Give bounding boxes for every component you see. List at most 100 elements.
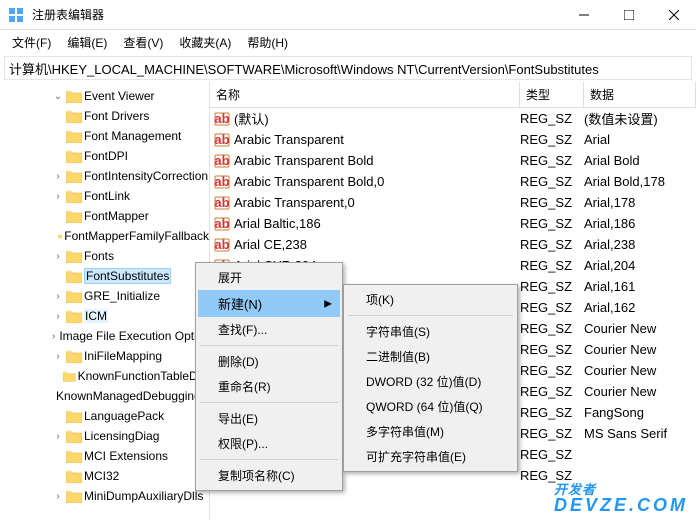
- minimize-button[interactable]: [561, 0, 606, 30]
- svg-text:ab: ab: [214, 216, 229, 231]
- separator: [200, 402, 338, 403]
- ctx-rename[interactable]: 重命名(R): [198, 374, 340, 399]
- tree-panel[interactable]: ⌄ Event Viewer Font Drivers Font Management…: [0, 82, 210, 520]
- sub-key[interactable]: 项(K): [346, 287, 515, 312]
- separator: [200, 459, 338, 460]
- ctx-permissions[interactable]: 权限(P)...: [198, 431, 340, 456]
- tree-item[interactable]: ›FontIntensityCorrection: [0, 166, 209, 186]
- list-row[interactable]: abArabic Transparent BoldREG_SZArial Bol…: [210, 150, 696, 171]
- list-row[interactable]: abArabic Transparent,0REG_SZArial,178: [210, 192, 696, 213]
- list-row[interactable]: abArabic TransparentREG_SZArial: [210, 129, 696, 150]
- expand-icon[interactable]: ›: [52, 191, 64, 202]
- cell-type: REG_SZ: [520, 342, 584, 357]
- expand-icon[interactable]: ⌄: [52, 91, 64, 102]
- tree-label: Image File Execution Options: [59, 329, 210, 343]
- cell-data: (数值未设置): [584, 109, 696, 128]
- tree-item[interactable]: ›FontLink: [0, 186, 209, 206]
- col-type[interactable]: 类型: [520, 82, 584, 107]
- tree-item[interactable]: ›Fonts: [0, 246, 209, 266]
- tree-label: FontDPI: [84, 149, 128, 163]
- sub-multi[interactable]: 多字符串值(M): [346, 419, 515, 444]
- separator: [200, 345, 338, 346]
- tree-label: ICM: [84, 309, 108, 323]
- cell-name: abArabic Transparent Bold,0: [210, 174, 520, 190]
- tree-item[interactable]: LanguagePack: [0, 406, 209, 426]
- tree-item[interactable]: ⌄ Event Viewer: [0, 86, 209, 106]
- tree-item[interactable]: › ICM: [0, 306, 209, 326]
- tree-label: LicensingDiag: [84, 429, 159, 443]
- tree-label: Font Management: [84, 129, 181, 143]
- menu-favorites[interactable]: 收藏夹(A): [171, 32, 239, 53]
- tree-item[interactable]: FontSubstitutes: [0, 266, 209, 286]
- window-title: 注册表编辑器: [32, 6, 561, 23]
- cell-data: Arial,186: [584, 216, 696, 231]
- tree-item[interactable]: ›IniFileMapping: [0, 346, 209, 366]
- ctx-copy-key-name[interactable]: 复制项名称(C): [198, 463, 340, 488]
- expand-icon[interactable]: ›: [52, 311, 64, 322]
- cell-type: REG_SZ: [520, 153, 584, 168]
- tree-item[interactable]: ›GRE_Initialize: [0, 286, 209, 306]
- maximize-button[interactable]: [606, 0, 651, 30]
- ctx-find[interactable]: 查找(F)...: [198, 317, 340, 342]
- menu-edit[interactable]: 编辑(E): [59, 32, 115, 53]
- cell-name: ab(默认): [210, 109, 520, 128]
- list-row[interactable]: abArial CE,238REG_SZArial,238: [210, 234, 696, 255]
- cell-data: Courier New: [584, 384, 696, 399]
- cell-data: Courier New: [584, 363, 696, 378]
- tree-label: Event Viewer: [84, 89, 154, 103]
- sub-binary[interactable]: 二进制值(B): [346, 344, 515, 369]
- cell-type: REG_SZ: [520, 468, 584, 483]
- tree-item[interactable]: FontDPI: [0, 146, 209, 166]
- cell-data: FangSong: [584, 405, 696, 420]
- address-bar[interactable]: 计算机\HKEY_LOCAL_MACHINE\SOFTWARE\Microsof…: [4, 56, 692, 80]
- tree-item[interactable]: › LicensingDiag: [0, 426, 209, 446]
- ctx-delete[interactable]: 删除(D): [198, 349, 340, 374]
- expand-icon[interactable]: ›: [52, 291, 64, 302]
- close-button[interactable]: [651, 0, 696, 30]
- svg-text:ab: ab: [214, 237, 229, 252]
- cell-data: Arial,162: [584, 300, 696, 315]
- expand-icon[interactable]: ›: [52, 351, 64, 362]
- expand-icon[interactable]: ›: [52, 491, 64, 502]
- menu-file[interactable]: 文件(F): [4, 32, 59, 53]
- col-name[interactable]: 名称: [210, 82, 520, 107]
- cell-data: Arial: [584, 132, 696, 147]
- menu-help[interactable]: 帮助(H): [239, 32, 296, 53]
- tree-item[interactable]: KnownManagedDebuggingDlls: [0, 386, 209, 406]
- tree-item[interactable]: MCI32: [0, 466, 209, 486]
- cell-type: REG_SZ: [520, 363, 584, 378]
- menu-view[interactable]: 查看(V): [115, 32, 171, 53]
- col-data[interactable]: 数据: [584, 82, 696, 107]
- tree-item[interactable]: › Image File Execution Options: [0, 326, 209, 346]
- ctx-expand[interactable]: 展开: [198, 265, 340, 290]
- list-row[interactable]: abArabic Transparent Bold,0REG_SZArial B…: [210, 171, 696, 192]
- tree-item[interactable]: Font Drivers: [0, 106, 209, 126]
- expand-icon[interactable]: ›: [52, 251, 64, 262]
- tree-item[interactable]: KnownFunctionTableDlls: [0, 366, 209, 386]
- cell-type: REG_SZ: [520, 300, 584, 315]
- tree-item[interactable]: Font Management: [0, 126, 209, 146]
- cell-type: REG_SZ: [520, 405, 584, 420]
- ctx-new[interactable]: 新建(N)▶: [198, 290, 340, 317]
- tree-item[interactable]: FontMapperFamilyFallback: [0, 226, 209, 246]
- sub-string[interactable]: 字符串值(S): [346, 319, 515, 344]
- expand-icon[interactable]: ›: [52, 171, 64, 182]
- tree-item[interactable]: MCI Extensions: [0, 446, 209, 466]
- sub-dword[interactable]: DWORD (32 位)值(D): [346, 369, 515, 394]
- ctx-export[interactable]: 导出(E): [198, 406, 340, 431]
- expand-icon[interactable]: ›: [52, 331, 55, 342]
- cell-type: REG_SZ: [520, 132, 584, 147]
- list-row[interactable]: ab(默认)REG_SZ(数值未设置): [210, 108, 696, 129]
- list-row[interactable]: abArial Baltic,186REG_SZArial,186: [210, 213, 696, 234]
- cell-type: REG_SZ: [520, 195, 584, 210]
- sub-qword[interactable]: QWORD (64 位)值(Q): [346, 394, 515, 419]
- cell-name: abArial Baltic,186: [210, 216, 520, 232]
- svg-text:ab: ab: [214, 111, 229, 126]
- sub-expand[interactable]: 可扩充字符串值(E): [346, 444, 515, 469]
- cell-name: abArial CE,238: [210, 237, 520, 253]
- tree-label: FontSubstitutes: [84, 268, 171, 284]
- tree-item[interactable]: ›MiniDumpAuxiliaryDlls: [0, 486, 209, 506]
- cell-type: REG_SZ: [520, 111, 584, 126]
- expand-icon[interactable]: ›: [52, 431, 64, 442]
- tree-item[interactable]: FontMapper: [0, 206, 209, 226]
